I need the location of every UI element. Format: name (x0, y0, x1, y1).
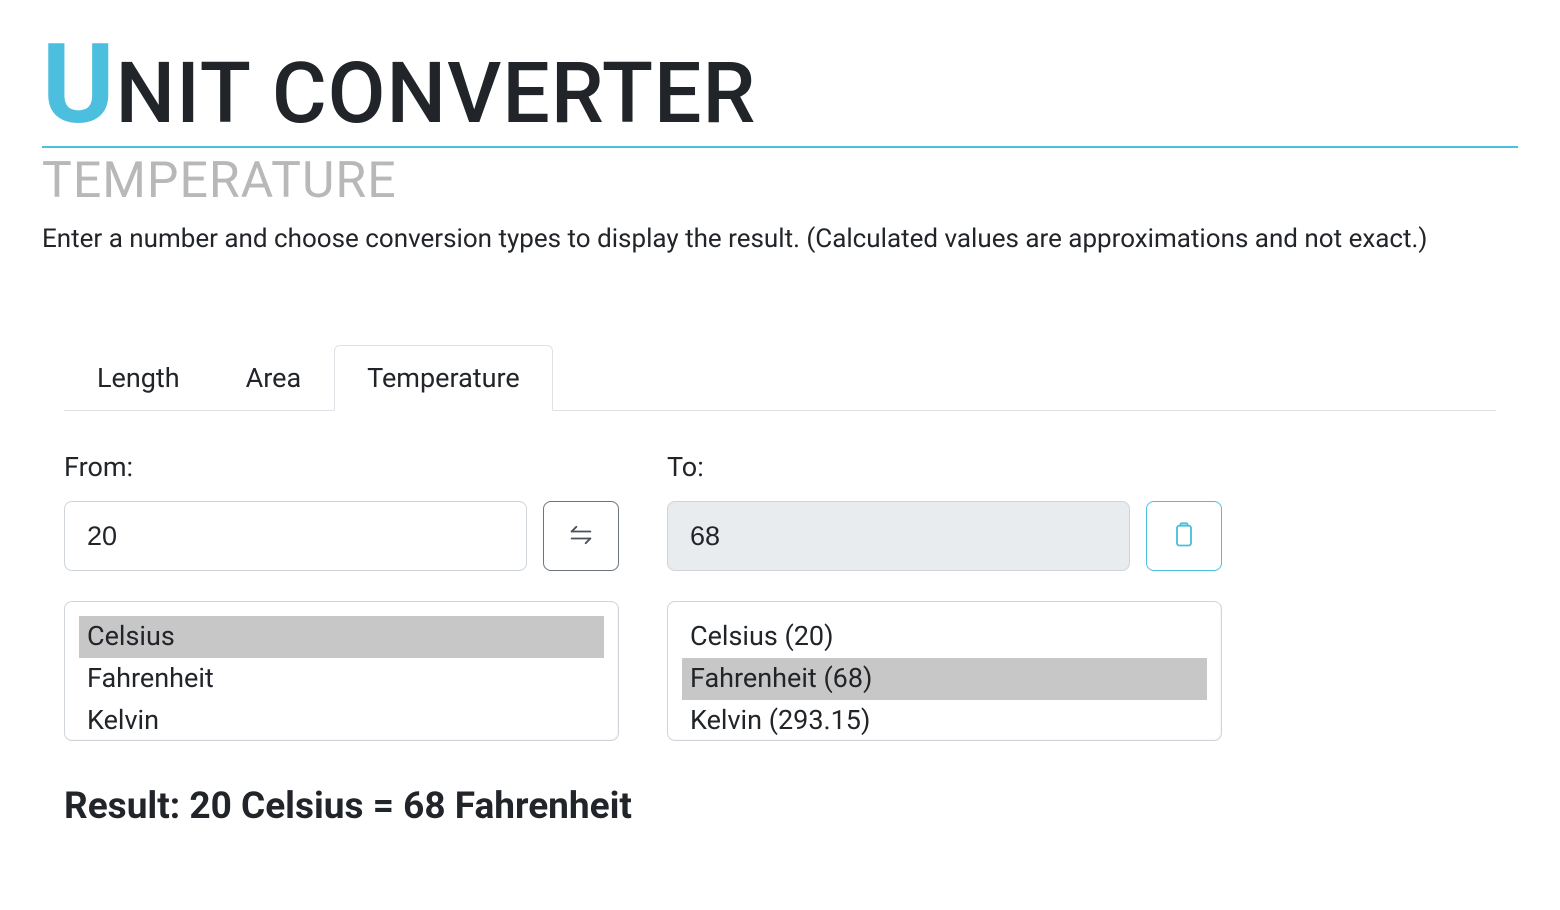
from-label: From: (64, 451, 619, 483)
from-option-kelvin[interactable]: Kelvin (79, 700, 604, 741)
swap-icon (567, 521, 595, 552)
to-option-kelvin[interactable]: Kelvin (293.15) (682, 700, 1207, 741)
to-option-celsius[interactable]: Celsius (20) (682, 616, 1207, 658)
from-select[interactable]: Celsius Fahrenheit Kelvin (64, 601, 619, 741)
swap-button[interactable] (543, 501, 619, 571)
to-select[interactable]: Celsius (20) Fahrenheit (68) Kelvin (293… (667, 601, 1222, 741)
tabs-bar: Length Area Temperature (64, 344, 1496, 411)
tab-temperature[interactable]: Temperature (334, 345, 553, 411)
tab-length[interactable]: Length (64, 345, 213, 411)
title-divider (42, 146, 1518, 148)
page-title: UNIT CONVERTER (42, 30, 1518, 140)
from-input-row (64, 501, 619, 571)
to-option-fahrenheit[interactable]: Fahrenheit (68) (682, 658, 1207, 700)
title-rest: NIT CONVERTER (116, 44, 757, 143)
to-column: To: Celsius (20) Fahrenheit (6 (667, 451, 1222, 741)
from-input[interactable] (64, 501, 527, 571)
tab-area[interactable]: Area (213, 345, 335, 411)
converter-row: From: (64, 451, 1496, 741)
from-option-fahrenheit[interactable]: Fahrenheit (79, 658, 604, 700)
from-column: From: (64, 451, 619, 741)
to-label: To: (667, 451, 1222, 483)
copy-button[interactable] (1146, 501, 1222, 571)
to-output (667, 501, 1130, 571)
subtitle: TEMPERATURE (42, 152, 1518, 210)
description-text: Enter a number and choose conversion typ… (42, 224, 1518, 254)
title-first-letter: U (42, 20, 116, 149)
to-input-row (667, 501, 1222, 571)
result-text: Result: 20 Celsius = 68 Fahrenheit (64, 785, 1496, 828)
clipboard-icon (1170, 521, 1198, 552)
from-option-celsius[interactable]: Celsius (79, 616, 604, 658)
